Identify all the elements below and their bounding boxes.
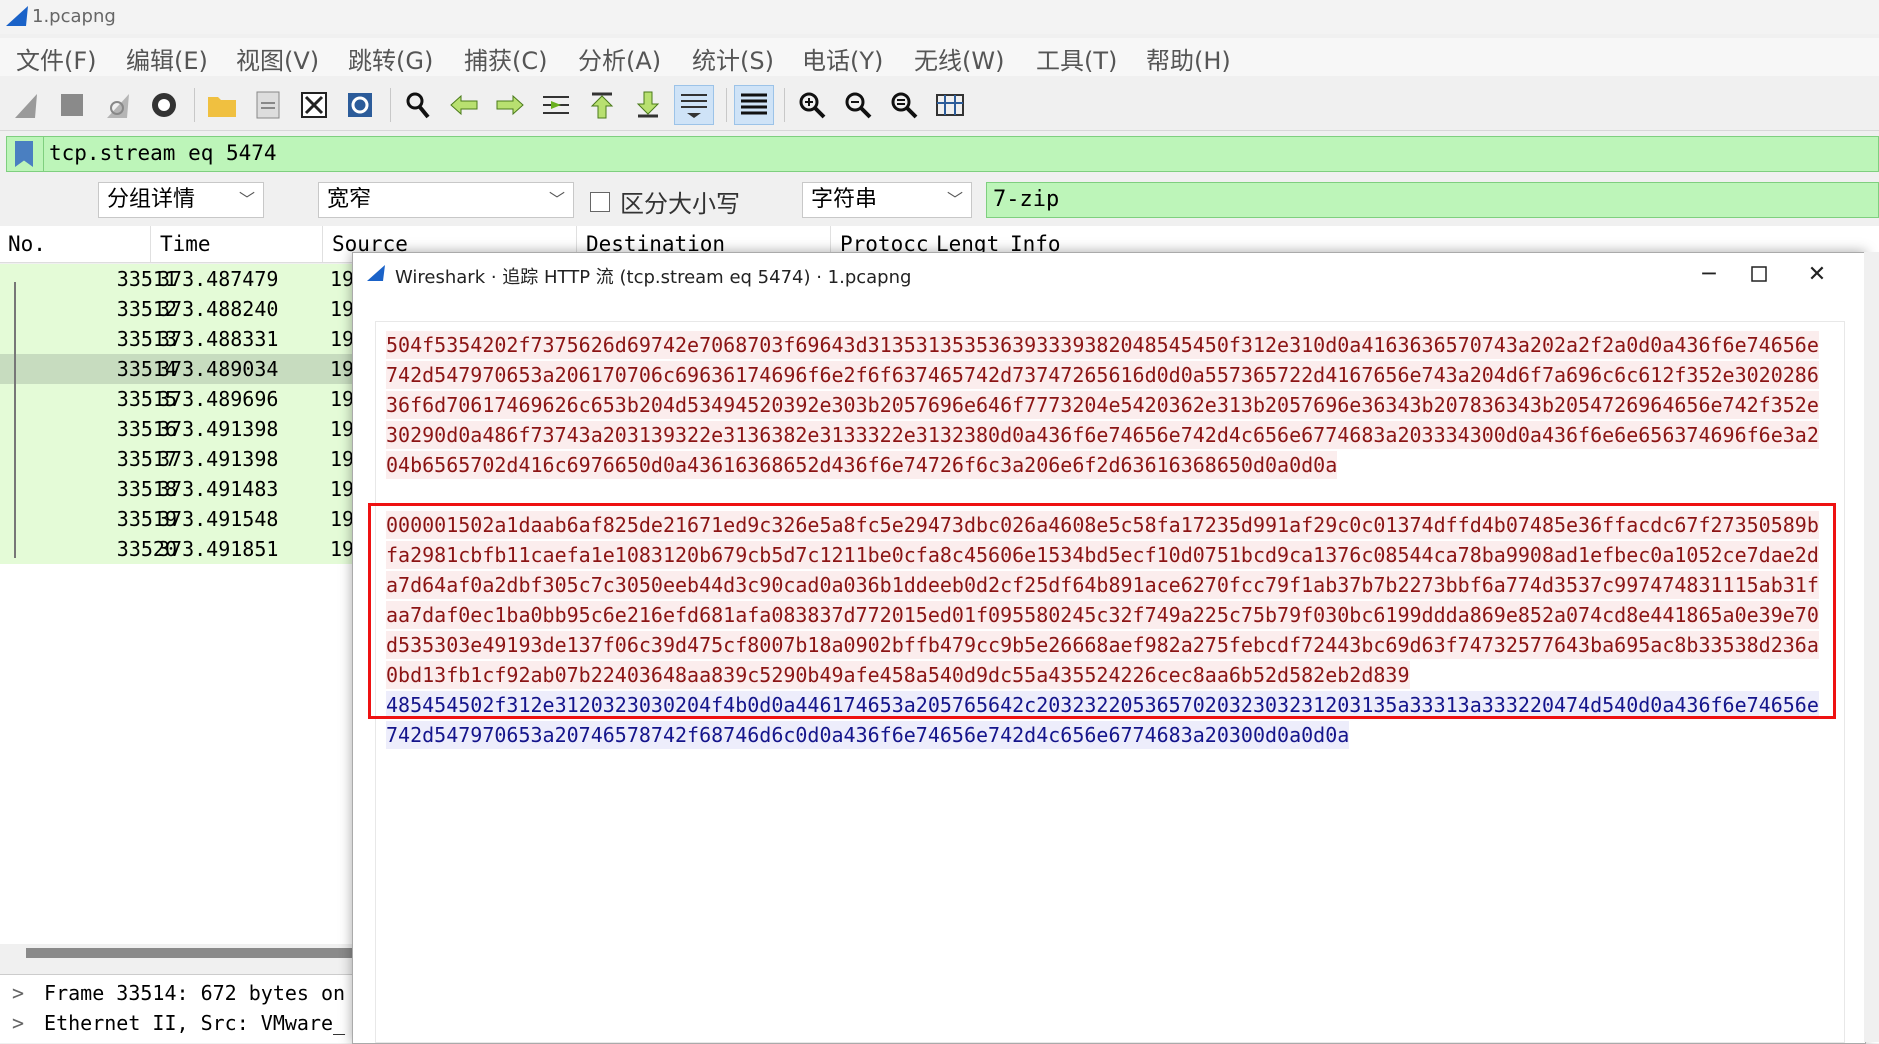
wireshark-logo-icon bbox=[367, 265, 385, 281]
tree-item-frame[interactable]: > Frame 33514: 672 bytes on bbox=[12, 981, 345, 1005]
client-request-data: 504f5354202f7375626d69742e7068703f69643d… bbox=[386, 331, 1819, 479]
display-filter-bar[interactable]: tcp.stream eq 5474 bbox=[6, 136, 1879, 172]
search-scope-select[interactable]: 分组详情 ﹀ bbox=[98, 182, 264, 218]
packet-source: 19 bbox=[330, 507, 355, 531]
zoom-in-icon[interactable] bbox=[792, 85, 832, 125]
packet-time: 373.489696 bbox=[158, 387, 279, 411]
packet-source: 19 bbox=[330, 537, 355, 561]
packet-time: 373.488240 bbox=[158, 297, 279, 321]
open-file-icon[interactable] bbox=[202, 85, 242, 125]
char-width-select[interactable]: 宽窄 ﹀ bbox=[318, 182, 574, 218]
menu-capture[interactable]: 捕获(C) bbox=[464, 41, 547, 76]
menu-go[interactable]: 跳转(G) bbox=[348, 41, 433, 76]
packet-time: 373.487479 bbox=[158, 267, 279, 291]
annotation-highlight-box bbox=[368, 503, 1836, 719]
restart-capture-icon[interactable] bbox=[98, 85, 138, 125]
first-packet-icon[interactable] bbox=[582, 85, 622, 125]
dialog-title-bar: Wireshark · 追踪 HTTP 流 (tcp.stream eq 547… bbox=[353, 253, 1865, 297]
tree-item-ethernet[interactable]: > Ethernet II, Src: VMware_ bbox=[12, 1011, 345, 1035]
bookmark-icon[interactable] bbox=[15, 141, 33, 167]
conversation-tree-line bbox=[14, 282, 16, 558]
maximize-icon[interactable] bbox=[1739, 259, 1779, 289]
char-width-value: 宽窄 bbox=[327, 187, 372, 212]
packet-source: 19 bbox=[330, 297, 355, 321]
packet-source: 19 bbox=[330, 387, 355, 411]
packet-time: 373.491398 bbox=[158, 447, 279, 471]
case-sensitive-checkbox[interactable] bbox=[590, 192, 610, 212]
packet-source: 19 bbox=[330, 477, 355, 501]
menu-analyze[interactable]: 分析(A) bbox=[578, 41, 661, 76]
packet-source: 19 bbox=[330, 417, 355, 441]
client-request-text: 504f5354202f7375626d69742e7068703f69643d… bbox=[386, 330, 1826, 480]
case-sensitive-label: 区分大小写 bbox=[620, 190, 740, 218]
search-input[interactable]: 7-zip bbox=[986, 182, 1879, 218]
menu-statistics[interactable]: 统计(S) bbox=[692, 41, 774, 76]
window-title: 1.pcapng bbox=[32, 6, 116, 27]
colorize-icon[interactable] bbox=[734, 85, 774, 125]
close-icon[interactable]: ✕ bbox=[1797, 259, 1837, 289]
go-to-packet-icon[interactable] bbox=[536, 85, 576, 125]
menu-tools[interactable]: 工具(T) bbox=[1036, 41, 1117, 76]
search-type-value: 字符串 bbox=[811, 187, 878, 212]
menu-view[interactable]: 视图(V) bbox=[236, 41, 319, 76]
packet-time: 373.491851 bbox=[158, 537, 279, 561]
close-file-icon[interactable] bbox=[294, 85, 334, 125]
chevron-right-icon[interactable]: > bbox=[12, 981, 24, 1005]
packet-source: 19 bbox=[330, 447, 355, 471]
packet-source: 19 bbox=[330, 357, 355, 381]
tree-item-label: Frame 33514: 672 bytes on bbox=[44, 981, 346, 1005]
resize-columns-icon[interactable] bbox=[930, 85, 970, 125]
auto-scroll-icon[interactable] bbox=[674, 85, 714, 125]
packet-time: 373.489034 bbox=[158, 357, 279, 381]
column-no[interactable]: No. bbox=[8, 232, 46, 256]
packet-source: 19 bbox=[330, 267, 355, 291]
packet-time: 373.488331 bbox=[158, 327, 279, 351]
display-filter-input[interactable]: tcp.stream eq 5474 bbox=[49, 141, 277, 165]
last-packet-icon[interactable] bbox=[628, 85, 668, 125]
go-forward-icon[interactable] bbox=[490, 85, 530, 125]
find-packet-icon[interactable] bbox=[398, 85, 438, 125]
chevron-down-icon: ﹀ bbox=[946, 190, 963, 209]
right-scrollbar[interactable] bbox=[1864, 252, 1879, 1042]
tree-item-label: Ethernet II, Src: VMware_ bbox=[44, 1011, 346, 1035]
menu-telephony[interactable]: 电话(Y) bbox=[802, 41, 883, 76]
reload-file-icon[interactable] bbox=[340, 85, 380, 125]
main-toolbar bbox=[0, 80, 1879, 131]
column-time[interactable]: Time bbox=[160, 232, 211, 256]
go-back-icon[interactable] bbox=[444, 85, 484, 125]
start-capture-icon[interactable] bbox=[6, 85, 46, 125]
search-scope-value: 分组详情 bbox=[107, 187, 196, 212]
menu-edit[interactable]: 编辑(E) bbox=[126, 41, 208, 76]
search-type-select[interactable]: 字符串 ﹀ bbox=[802, 182, 972, 218]
title-bar: 1.pcapng bbox=[0, 0, 1879, 34]
chevron-down-icon: ﹀ bbox=[238, 190, 255, 209]
capture-options-icon[interactable] bbox=[144, 85, 184, 125]
stop-capture-icon[interactable] bbox=[52, 85, 92, 125]
menu-file[interactable]: 文件(F) bbox=[16, 41, 97, 76]
menu-wireless[interactable]: 无线(W) bbox=[914, 41, 1004, 76]
normal-size-icon[interactable] bbox=[884, 85, 924, 125]
chevron-down-icon: ﹀ bbox=[548, 190, 565, 209]
menu-help[interactable]: 帮助(H) bbox=[1146, 41, 1231, 76]
packet-time: 373.491483 bbox=[158, 477, 279, 501]
wireshark-logo-icon bbox=[6, 6, 28, 26]
packet-time: 373.491548 bbox=[158, 507, 279, 531]
packet-source: 19 bbox=[330, 327, 355, 351]
zoom-out-icon[interactable] bbox=[838, 85, 878, 125]
dialog-title: Wireshark · 追踪 HTTP 流 (tcp.stream eq 547… bbox=[395, 267, 912, 288]
save-file-icon[interactable] bbox=[248, 85, 288, 125]
menu-bar: 文件(F) 编辑(E) 视图(V) 跳转(G) 捕获(C) 分析(A) 统计(S… bbox=[0, 38, 1879, 76]
scrollbar-thumb[interactable] bbox=[26, 948, 356, 958]
chevron-right-icon[interactable]: > bbox=[12, 1011, 24, 1035]
packet-time: 373.491398 bbox=[158, 417, 279, 441]
minimize-icon[interactable]: ─ bbox=[1689, 259, 1729, 289]
